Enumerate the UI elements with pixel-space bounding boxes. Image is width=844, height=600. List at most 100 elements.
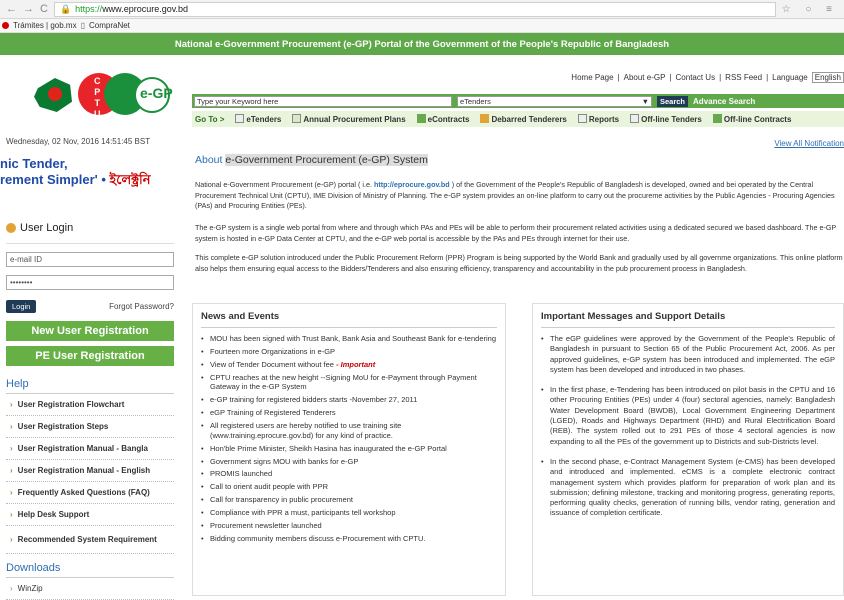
top-links: Home Page | About e-GP | Contact Us | RSS F… [571,72,844,83]
goto-debarred[interactable]: Debarred Tenderers [480,114,567,124]
back-icon[interactable]: ← [6,3,17,15]
help-item-steps[interactable]: › User Registration Steps [6,416,174,438]
home-link[interactable]: Home Page [571,73,613,82]
rss-link[interactable]: RSS Feed [725,73,762,82]
marquee-line-2: rement Simpler' • ইলেক্ট্রনি [0,172,151,187]
goto-offline-contracts[interactable]: Off-line Contracts [712,114,791,124]
contact-link[interactable]: Contact Us [676,73,716,82]
news-item-text: eGP Training of Registered Tenderers [210,408,336,418]
important-tag: - Important [336,359,376,369]
person-icon [480,114,490,123]
goto-label-text: eTenders [246,115,282,124]
news-item[interactable]: Call to orient audit people with PPR [201,482,497,492]
news-item[interactable]: Compliance with PPR a must, participants… [201,508,497,518]
help-item-flowchart[interactable]: › User Registration Flowchart [6,394,174,416]
chevron-right-icon: › [10,535,13,544]
news-item[interactable]: Call for transparency in public procurem… [201,495,497,505]
browser-toolbar: ← → C 🔒 https://www.eprocure.gov.bd ☆ ○ … [0,0,844,19]
about-paragraph-2: The e-GP system is a single web portal f… [195,223,837,243]
goto-label-text: Debarred Tenderers [491,115,567,124]
pe-user-registration-button[interactable]: PE User Registration [6,346,174,366]
goto-app[interactable]: Annual Procurement Plans [292,114,406,124]
login-button[interactable]: Login [6,300,37,313]
chevron-right-icon: › [10,444,13,453]
important-heading: Important Messages and Support Details [541,311,835,328]
news-item-text: View of Tender Document without fee [210,359,334,369]
news-item[interactable]: Fourteen more Organizations in e-GP [201,347,497,357]
goto-label-text: Annual Procurement Plans [303,115,406,124]
email-field[interactable]: e-mail ID [6,252,174,267]
help-item-manual-english[interactable]: › User Registration Manual - English [6,460,174,482]
toolbar-icons[interactable]: ☆ ○ ≡ [782,4,838,15]
goto-label-text: Off-line Tenders [641,115,702,124]
search-button[interactable]: Search [657,95,689,107]
advance-search-link[interactable]: Advance Search [693,97,755,106]
trophy-icon [416,114,426,123]
main-content: Home Page | About e-GP | Contact Us | RSS F… [192,55,844,596]
goto-etenders[interactable]: eTenders [235,114,281,124]
news-item[interactable]: Government signs MOU with banks for e-GP [201,457,497,467]
egp-logo[interactable]: C P T U e-GP [0,55,180,137]
document-icon [235,114,245,123]
search-category-select[interactable]: eTenders ▼ [457,95,652,107]
trophy-icon [712,114,722,123]
map-dot [48,87,62,101]
chevron-right-icon: › [10,488,13,497]
language-select[interactable]: English [811,72,844,83]
new-user-registration-button[interactable]: New User Registration [6,321,174,341]
bookmark-tramites[interactable]: Trámites | gob.mx [13,21,77,30]
news-item[interactable]: Bidding community members discuss e-Proc… [201,534,497,544]
about-p1-text-a: National e-Government Procurement (e-GP)… [195,180,374,189]
news-item-text: Compliance with PPR a must, participants… [210,508,396,518]
eprocure-link[interactable]: http://eprocure.gov.bd [374,180,450,189]
chevron-right-icon: › [10,422,13,431]
news-item[interactable]: Hon'ble Prime Minister, Sheikh Hasina ha… [201,444,497,454]
search-bar: Type your Keyword here eTenders ▼ Search … [192,94,844,108]
news-item-text: Call for transparency in public procurem… [210,495,353,505]
download-item-label: WinZip [17,584,43,593]
view-all-notification-link[interactable]: View All Notification [774,139,844,148]
help-item-faq[interactable]: › Frequently Asked Questions (FAQ) [6,482,174,504]
news-item-text: Procurement newsletter launched [210,520,322,530]
news-item[interactable]: CPTU reaches at the new height --Signing… [201,373,497,392]
news-item-text: Call to orient audit people with PPR [210,482,328,492]
news-events-panel: News and Events MOU has been signed with… [192,303,506,596]
forgot-password-link[interactable]: Forgot Password? [109,302,174,311]
help-item-helpdesk[interactable]: › Help Desk Support [6,504,174,526]
news-item[interactable]: View of Tender Document without fee - Im… [201,360,497,370]
download-item-winzip[interactable]: › WinZip [6,578,174,600]
reload-icon[interactable]: C [40,3,48,15]
about-heading: About e-Government Procurement (e-GP) Sy… [195,154,428,166]
user-icon [6,222,16,233]
login-header: User Login [6,212,174,244]
chevron-right-icon: › [10,466,13,475]
news-item[interactable]: MOU has been signed with Trust Bank, Ban… [201,334,497,344]
goto-offline-tenders[interactable]: Off-line Tenders [630,114,702,124]
chevron-right-icon: › [10,400,13,409]
goto-econtracts[interactable]: eContracts [416,114,470,124]
news-item[interactable]: Procurement newsletter launched [201,521,497,531]
bookmark-compranet[interactable]: CompraNet [89,21,130,30]
news-item-text: e-GP training for registered bidders sta… [210,395,418,405]
address-bar[interactable]: 🔒 https://www.eprocure.gov.bd [53,1,776,17]
news-item[interactable]: PROMIS launched [201,469,497,479]
help-item-label: Recommended System Requirement [17,535,157,544]
help-item-requirement[interactable]: › Recommended System Requirement [6,526,174,554]
goto-label: Go To > [195,114,225,124]
goto-reports[interactable]: Reports [577,114,619,124]
goto-label-text: eContracts [427,115,470,124]
page-icon: ▯ [80,21,85,30]
help-item-label: User Registration Flowchart [17,400,125,409]
news-item[interactable]: eGP Training of Registered Tenderers [201,408,497,418]
important-item: In the second phase, e-Contract Manageme… [541,457,835,519]
about-link[interactable]: About e-GP [624,73,666,82]
forward-icon[interactable]: → [23,3,34,15]
search-input[interactable]: Type your Keyword here [194,95,452,107]
news-item[interactable]: e-GP training for registered bidders sta… [201,395,497,405]
news-item[interactable]: All registered users are hereby notified… [201,421,497,440]
help-item-manual-bangla[interactable]: › User Registration Manual - Bangla [6,438,174,460]
url-host: www.eprocure.gov.bd [102,4,189,14]
password-field[interactable]: •••••••• [6,275,174,290]
search-category-value: eTenders [460,96,491,106]
help-item-label: Frequently Asked Questions (FAQ) [17,488,150,497]
